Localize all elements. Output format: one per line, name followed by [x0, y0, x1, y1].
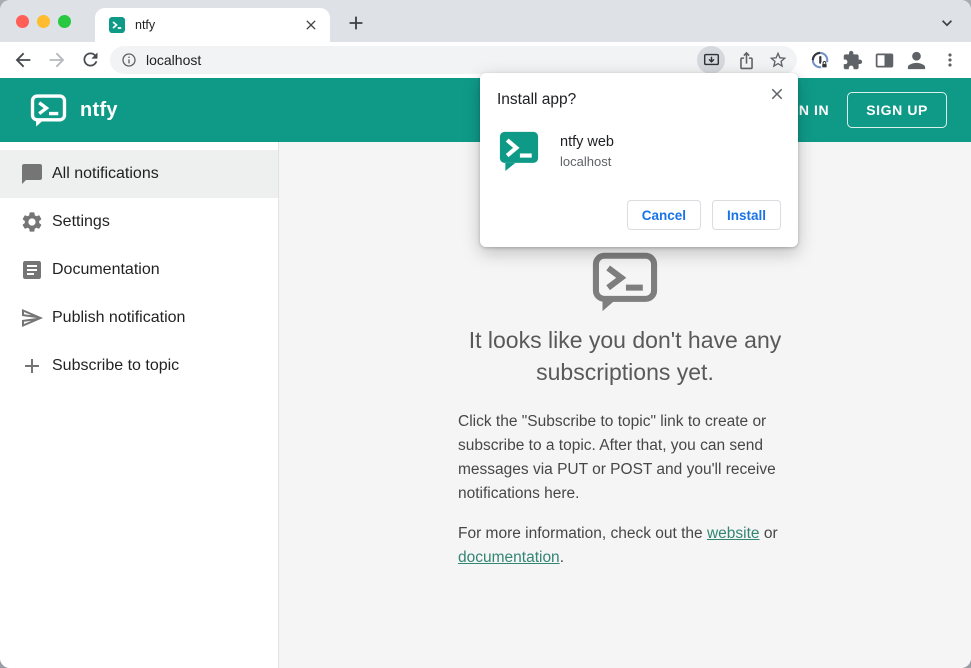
profile-avatar-icon[interactable] [905, 49, 928, 72]
sidebar: All notifications Settings Documentation… [0, 142, 279, 668]
para2-mid: or [759, 525, 778, 542]
gear-icon [22, 212, 42, 232]
url-text[interactable]: localhost [146, 52, 697, 68]
install-app-icon[interactable] [697, 46, 725, 74]
back-button[interactable] [12, 49, 34, 71]
sidebar-item-subscribe-to-topic[interactable]: Subscribe to topic [0, 342, 278, 390]
tab-close-icon[interactable] [302, 16, 320, 34]
sidebar-item-label: All notifications [52, 165, 159, 182]
empty-state-links-paragraph: For more information, check out the webs… [458, 522, 792, 570]
window-minimize-icon[interactable] [37, 15, 50, 28]
ntfy-app-icon [499, 131, 539, 171]
para2-prefix: For more information, check out the [458, 525, 707, 542]
extension-lock-icon[interactable] [810, 50, 831, 71]
dialog-title: Install app? [497, 91, 577, 108]
sidebar-item-label: Subscribe to topic [52, 357, 180, 374]
sidebar-item-label: Publish notification [52, 309, 186, 326]
ntfy-logo-gray-icon [592, 252, 658, 312]
forward-button[interactable] [46, 49, 68, 71]
traffic-lights [16, 15, 71, 28]
tab-strip: ntfy [0, 0, 971, 42]
empty-state-paragraph: Click the "Subscribe to topic" link to c… [458, 413, 776, 502]
ntfy-favicon-icon [109, 17, 125, 33]
documentation-link[interactable]: documentation [458, 549, 560, 566]
window-close-icon[interactable] [16, 15, 29, 28]
install-app-dialog: Install app? ntfy web localhost Cancel I… [480, 73, 798, 247]
sidebar-item-documentation[interactable]: Documentation [0, 246, 278, 294]
dialog-app-texts: ntfy web localhost [560, 134, 614, 169]
sidebar-item-all-notifications[interactable]: All notifications [0, 150, 278, 198]
dialog-app-origin: localhost [560, 153, 612, 169]
website-link[interactable]: website [707, 525, 760, 542]
extensions-puzzle-icon[interactable] [842, 50, 863, 71]
dialog-app-name: ntfy web [560, 133, 614, 150]
install-button[interactable]: Install [711, 200, 781, 230]
cancel-button[interactable]: Cancel [626, 200, 701, 230]
chat-bubble-icon [22, 164, 42, 184]
plus-icon [25, 359, 39, 373]
tab-title: ntfy [135, 18, 156, 32]
sidebar-item-label: Documentation [52, 261, 160, 278]
bookmark-star-icon[interactable] [768, 50, 788, 70]
browser-tab[interactable]: ntfy [95, 8, 330, 42]
sidebar-item-label: Settings [52, 213, 110, 230]
browser-window: ntfy localhost ntfy SIGN IN SIGN UP All … [0, 0, 971, 668]
share-icon[interactable] [737, 51, 756, 70]
reload-button[interactable] [80, 49, 101, 70]
tab-search-chevron-icon[interactable] [937, 13, 957, 33]
dialog-close-icon[interactable] [768, 85, 786, 103]
sidebar-item-publish-notification[interactable]: Publish notification [0, 294, 278, 342]
sidebar-item-settings[interactable]: Settings [0, 198, 278, 246]
site-info-icon[interactable] [121, 52, 137, 68]
empty-state-heading: It looks like you don't have any subscri… [468, 327, 782, 385]
ntfy-logo-icon [30, 93, 67, 126]
dialog-buttons: Cancel Install [626, 200, 781, 230]
address-bar[interactable]: localhost [110, 46, 797, 74]
side-panel-icon[interactable] [874, 50, 895, 71]
send-icon [21, 309, 43, 327]
dialog-app-row: ntfy web localhost [499, 130, 614, 172]
window-zoom-icon[interactable] [58, 15, 71, 28]
sign-up-button[interactable]: SIGN UP [847, 92, 947, 128]
para2-suffix: . [559, 549, 564, 566]
brand-title: ntfy [80, 98, 118, 121]
new-tab-button[interactable] [345, 12, 367, 34]
article-icon [23, 261, 41, 279]
more-menu-icon[interactable] [940, 50, 960, 70]
